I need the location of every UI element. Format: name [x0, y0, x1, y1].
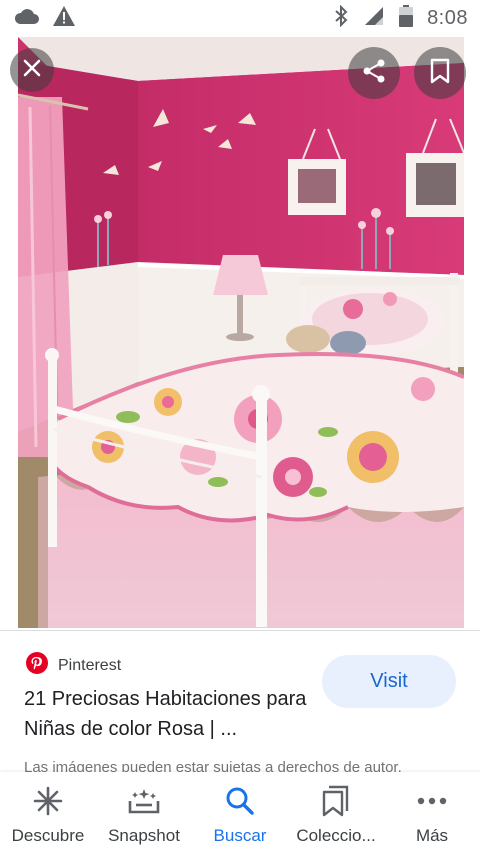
collections-icon	[321, 784, 351, 818]
nav-colecciones[interactable]: Coleccio...	[288, 772, 384, 854]
bookmark-icon	[429, 58, 451, 89]
nav-label: Más	[415, 826, 449, 845]
asterisk-icon	[32, 784, 64, 818]
result-title[interactable]: 21 Preciosas Habitaciones para Niñas de …	[24, 684, 314, 744]
more-icon	[417, 784, 447, 818]
cloud-icon	[14, 7, 40, 30]
nav-label: Descubre	[11, 826, 85, 845]
copyright-disclaimer: Las imágenes pueden estar sujetas a dere…	[24, 760, 444, 772]
nav-buscar[interactable]: Buscar	[192, 772, 288, 854]
nav-descubre[interactable]: Descubre	[0, 772, 96, 854]
clock: 8:08	[427, 6, 468, 29]
nav-label: Coleccio...	[296, 826, 376, 845]
nav-label: Buscar	[213, 826, 267, 845]
visit-button[interactable]: Visit	[322, 655, 456, 708]
share-button[interactable]	[348, 47, 400, 99]
status-bar: 8:08	[0, 0, 480, 36]
search-icon	[225, 784, 255, 818]
disclaimer-text: Las imágenes pueden estar sujetas a dere…	[24, 760, 402, 772]
close-button[interactable]	[10, 48, 54, 92]
save-button[interactable]	[414, 47, 466, 99]
share-icon	[361, 58, 387, 89]
nav-label: Snapshot	[108, 826, 180, 845]
battery-icon	[399, 4, 414, 32]
source-name: Pinterest	[58, 656, 122, 674]
result-image[interactable]	[18, 37, 464, 628]
bluetooth-icon	[333, 4, 349, 32]
close-icon	[22, 58, 42, 83]
pinterest-logo	[26, 652, 48, 679]
bottom-nav: Descubre Snapshot Buscar Coleccio... Más	[0, 772, 480, 854]
signal-icon	[363, 6, 385, 31]
warning-icon	[52, 5, 76, 32]
nav-snapshot[interactable]: Snapshot	[96, 772, 192, 854]
snapshot-icon	[127, 784, 161, 818]
divider	[0, 630, 480, 631]
source-row[interactable]: Pinterest	[26, 652, 121, 679]
nav-mas[interactable]: Más	[384, 772, 480, 854]
